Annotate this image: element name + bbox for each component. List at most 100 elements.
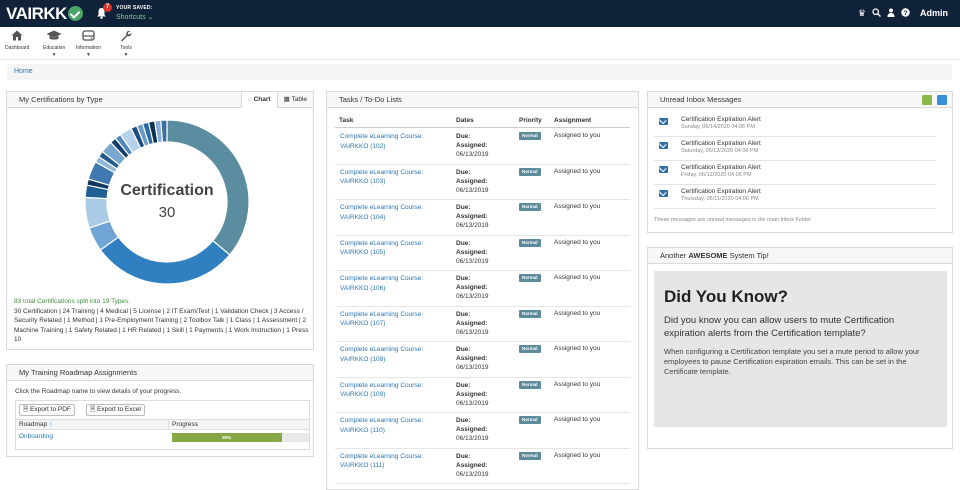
assigned-label: Assigned: bbox=[456, 142, 488, 149]
envelope-icon bbox=[659, 118, 668, 125]
task-dates: Due: Assigned: 06/13/2019 bbox=[456, 381, 516, 408]
table-row: Complete eLearning Course: VAIRKKO (102)… bbox=[335, 129, 630, 165]
priority-badge: Normal bbox=[519, 132, 541, 140]
tip-header: Another AWESOME System Tip! bbox=[648, 248, 952, 264]
table-row: Complete eLearning Course: VAIRKKO (110)… bbox=[335, 413, 630, 449]
assignment-text: Assigned to you bbox=[554, 203, 601, 210]
list-item[interactable]: Certification Expiration Alert Friday, 06… bbox=[654, 161, 936, 185]
export-excel-button[interactable]: 🗎 Export to Excel bbox=[86, 404, 145, 416]
search-icon[interactable] bbox=[872, 8, 881, 19]
due-label: Due: bbox=[456, 452, 471, 460]
logo[interactable]: VAIRKK bbox=[6, 4, 83, 24]
assigned-label: Assigned: bbox=[456, 284, 488, 291]
col-assignment[interactable]: Assignment bbox=[554, 117, 591, 124]
tab-table[interactable]: ▦ Table bbox=[276, 92, 313, 108]
task-link[interactable]: Complete eLearning Course: VAIRKKO (104) bbox=[340, 203, 450, 222]
assigned-label: Assigned: bbox=[456, 248, 488, 256]
task-link[interactable]: Complete eLearning Course: VAIRKKO (106) bbox=[340, 274, 450, 293]
due-label: Due: bbox=[456, 275, 471, 282]
assigned-label: Assigned: bbox=[456, 355, 488, 362]
donut-chart: Certification 30 bbox=[77, 112, 257, 292]
breadcrumb-home[interactable]: Home bbox=[14, 68, 33, 75]
compose-icon[interactable] bbox=[922, 95, 932, 105]
chart-center-label: Certification bbox=[120, 182, 214, 199]
nav-dashboard[interactable]: Dashboard bbox=[5, 30, 29, 51]
inbox-panel: Unread Inbox Messages Certification Expi… bbox=[647, 91, 953, 233]
task-link[interactable]: Complete eLearning Course: VAIRKKO (111) bbox=[340, 452, 450, 471]
donut-slice[interactable] bbox=[160, 119, 168, 143]
col-roadmap[interactable]: Roadmap ↑ bbox=[19, 420, 52, 430]
export-pdf-button[interactable]: 🗎 Export to PDF bbox=[19, 404, 75, 416]
donut-slice[interactable] bbox=[99, 236, 231, 285]
task-dates: Due: Assigned: 06/13/2019 bbox=[456, 416, 516, 443]
tasks-table-header: Task Dates Priority Assignment bbox=[335, 114, 630, 128]
roadmap-link[interactable]: Onboarding bbox=[19, 430, 53, 444]
due-label: Due: bbox=[456, 346, 471, 353]
col-dates[interactable]: Dates bbox=[456, 117, 474, 124]
main-nav: Dashboard Education ▼ Information ▼ Tool… bbox=[0, 27, 960, 60]
certifications-summary: 83 total Certifications split into 19 Ty… bbox=[14, 297, 314, 345]
assigned-label: Assigned: bbox=[456, 426, 488, 433]
task-link[interactable]: Complete eLearning Course: VAIRKKO (109) bbox=[340, 381, 450, 400]
due-label: Due: bbox=[456, 310, 471, 318]
task-link[interactable]: Complete eLearning Course: VAIRKKO (102) bbox=[340, 132, 450, 151]
assignment-text: Assigned to you bbox=[554, 238, 601, 246]
list-item[interactable]: Certification Expiration Alert Saturday, … bbox=[654, 137, 936, 161]
assigned-label: Assigned: bbox=[456, 390, 488, 398]
list-icon[interactable] bbox=[937, 95, 947, 105]
nav-information[interactable]: Information ▼ bbox=[76, 30, 101, 58]
help-icon[interactable]: ? bbox=[901, 8, 910, 19]
user-menu[interactable]: Admin bbox=[920, 8, 948, 18]
message-date: Thursday, 06/11/2020 04:06 PM bbox=[681, 196, 759, 202]
user-icon[interactable] bbox=[887, 8, 895, 19]
graduation-cap-icon bbox=[43, 30, 65, 44]
list-item[interactable]: Certification Expiration Alert Thursday, … bbox=[654, 185, 936, 209]
roadmap-title: My Training Roadmap Assignments bbox=[19, 368, 137, 377]
breadcrumb: Home bbox=[7, 64, 952, 80]
circle-notch-icon: ◌ bbox=[247, 96, 252, 103]
task-dates: Due: Assigned: 06/13/2019 bbox=[456, 452, 516, 479]
shortcuts-label: Shortcuts bbox=[116, 14, 146, 21]
assigned-date: 06/13/2019 bbox=[456, 293, 489, 300]
table-row: Complete eLearning Course: VAIRKKO (107)… bbox=[335, 307, 630, 342]
task-link[interactable]: Complete eLearning Course: VAIRKKO (108) bbox=[340, 345, 450, 364]
tip-heading: Did You Know? bbox=[664, 287, 789, 306]
inbox-header: Unread Inbox Messages bbox=[648, 92, 952, 108]
task-link[interactable]: Complete eLearning Course: VAIRKKO (105) bbox=[340, 239, 450, 258]
wrench-icon bbox=[120, 30, 132, 44]
assigned-date: 06/13/2019 bbox=[456, 399, 489, 407]
nav-tools[interactable]: Tools ▼ bbox=[120, 30, 132, 58]
table-row: Complete eLearning Course: VAIRKKO (106)… bbox=[335, 271, 630, 307]
certifications-title: My Certifications by Type bbox=[19, 95, 103, 104]
crown-icon[interactable]: ♛ bbox=[858, 8, 866, 19]
col-task[interactable]: Task bbox=[339, 117, 353, 124]
task-dates: Due: Assigned: 06/13/2019 bbox=[456, 345, 516, 372]
message-title: Certification Expiration Alert bbox=[681, 140, 761, 147]
table-row: Complete eLearning Course: VAIRKKO (105)… bbox=[335, 236, 630, 271]
due-label: Due: bbox=[456, 417, 471, 424]
list-item[interactable]: Certification Expiration Alert Sunday, 06… bbox=[654, 113, 936, 137]
inbox-title: Unread Inbox Messages bbox=[660, 95, 742, 104]
tab-chart[interactable]: ◌ Chart bbox=[240, 92, 277, 108]
nav-education[interactable]: Education ▼ bbox=[43, 30, 65, 58]
col-progress[interactable]: Progress bbox=[168, 420, 198, 430]
task-link[interactable]: Complete eLearning Course: VAIRKKO (107) bbox=[340, 310, 450, 329]
certifications-panel: My Certifications by Type ◌ Chart ▦ Tabl… bbox=[6, 91, 314, 350]
top-bar: VAIRKK 7 YOUR SAVED: Shortcuts ⌄ ♛ ? Adm… bbox=[0, 0, 960, 27]
roadmap-grid: 🗎 Export to PDF 🗎 Export to Excel Roadma… bbox=[15, 400, 310, 450]
task-dates: Due: Assigned: 06/13/2019 bbox=[456, 132, 516, 159]
tip-body: When configuring a Certification templat… bbox=[664, 347, 920, 376]
svg-text:?: ? bbox=[904, 10, 908, 17]
donut-chart-svg bbox=[84, 119, 250, 285]
roadmap-instructions: Click the Roadmap name to view details o… bbox=[15, 388, 182, 395]
due-label: Due: bbox=[456, 204, 471, 211]
tip-box: Did You Know? Did you know you can allow… bbox=[654, 271, 947, 427]
caret-down-icon: ▼ bbox=[51, 52, 57, 58]
shortcuts-dropdown[interactable]: Shortcuts ⌄ bbox=[116, 13, 153, 21]
priority-badge: Normal bbox=[519, 167, 541, 176]
col-priority[interactable]: Priority bbox=[519, 117, 542, 124]
task-link[interactable]: Complete eLearning Course: VAIRKKO (103) bbox=[340, 168, 450, 187]
tab-chart-label: Chart bbox=[253, 96, 271, 103]
task-link[interactable]: Complete eLearning Course: VAIRKKO (110) bbox=[340, 416, 450, 435]
assigned-label: Assigned: bbox=[456, 319, 488, 327]
